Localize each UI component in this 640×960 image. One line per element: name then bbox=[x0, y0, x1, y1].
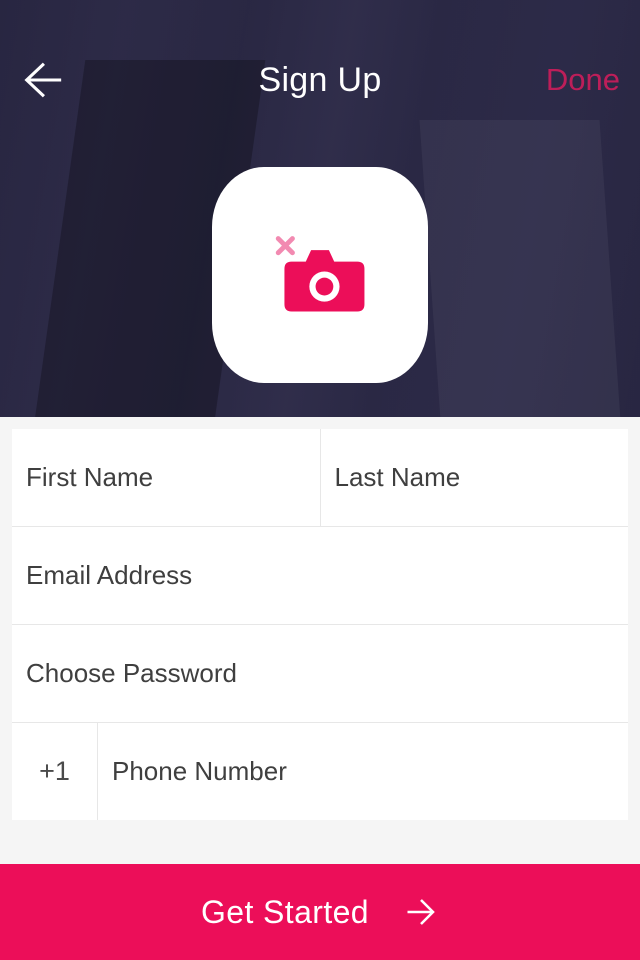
last-name-field-wrap bbox=[321, 429, 629, 526]
done-button[interactable]: Done bbox=[546, 62, 622, 98]
name-row bbox=[12, 429, 628, 527]
page-title: Sign Up bbox=[258, 61, 381, 100]
back-button[interactable] bbox=[14, 52, 70, 108]
get-started-label: Get Started bbox=[201, 894, 369, 931]
camera-icon bbox=[275, 235, 365, 315]
first-name-field[interactable] bbox=[26, 462, 306, 493]
first-name-field-wrap bbox=[12, 429, 320, 526]
phone-country-code[interactable]: +1 bbox=[12, 723, 97, 820]
email-field-wrap bbox=[12, 527, 628, 624]
signup-form: +1 bbox=[12, 429, 628, 820]
phone-row: +1 bbox=[12, 723, 628, 820]
password-field[interactable] bbox=[26, 658, 614, 689]
get-started-button[interactable]: Get Started bbox=[0, 864, 640, 960]
email-row bbox=[12, 527, 628, 625]
email-field[interactable] bbox=[26, 560, 614, 591]
profile-photo-button[interactable] bbox=[212, 167, 428, 383]
password-field-wrap bbox=[12, 625, 628, 722]
phone-field[interactable] bbox=[112, 756, 614, 787]
back-arrow-icon bbox=[19, 57, 65, 103]
arrow-right-icon bbox=[403, 894, 439, 930]
phone-field-wrap bbox=[98, 723, 628, 820]
nav-bar: Sign Up Done bbox=[0, 0, 640, 130]
phone-country-code-label: +1 bbox=[39, 756, 70, 787]
password-row bbox=[12, 625, 628, 723]
last-name-field[interactable] bbox=[335, 462, 615, 493]
signup-header: Sign Up Done bbox=[0, 0, 640, 417]
